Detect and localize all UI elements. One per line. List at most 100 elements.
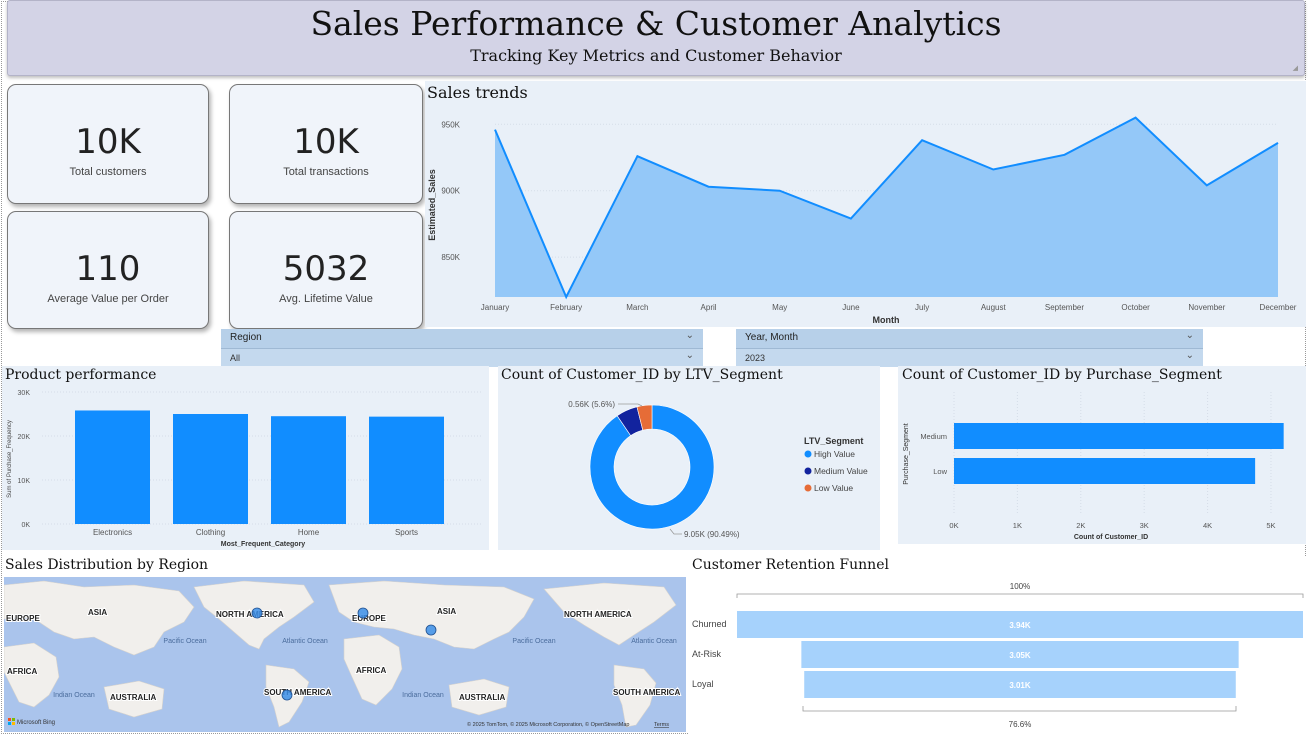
kpi-card-average-order-value[interactable]: 110 Average Value per Order — [7, 211, 209, 329]
purchase-segment-chart[interactable]: 0K 1K 2K 3K 4K 5K Medium Low Count of Customer… — [898, 366, 1306, 544]
map-bubble-asia[interactable] — [425, 624, 437, 636]
x-tick-label: 2K — [1076, 521, 1085, 530]
funnel-category-label: At-Risk — [692, 649, 721, 659]
chevron-down-icon[interactable]: ⌄ — [1186, 350, 1194, 361]
legend-title: LTV_Segment — [804, 436, 863, 446]
y-tick-label: Low — [933, 467, 947, 476]
x-tick-label: June — [842, 303, 860, 312]
y-tick-label: 850K — [441, 253, 460, 262]
x-tick-label: 0K — [949, 521, 958, 530]
legend-marker — [804, 467, 812, 475]
x-axis-title: Most_Frequent_Category — [221, 541, 306, 548]
world-map[interactable]: EUROPE ASIA NORTH AMERICA EUROPE ASIA NO… — [4, 577, 686, 732]
legend-marker — [804, 484, 812, 492]
y-axis-title: Purchase_Segment — [903, 423, 910, 485]
resize-handle-icon[interactable]: ◢ — [1293, 64, 1298, 72]
retention-funnel-panel[interactable]: Customer Retention Funnel 100% 3.94K Chur… — [688, 556, 1306, 734]
chevron-up-icon[interactable]: ⌄ — [1186, 330, 1194, 341]
map-label-australia: AUSTRALIA — [110, 693, 156, 702]
retention-funnel-chart[interactable]: 100% 3.94KChurned3.05KAt-Risk3.01KLoyal … — [688, 556, 1306, 734]
map-panel[interactable]: Sales Distribution by Region EUROPE ASIA… — [2, 556, 686, 732]
map-label-pacific: Pacific Ocean — [163, 638, 206, 645]
legend-item[interactable]: Medium Value — [814, 466, 868, 476]
legend-item[interactable]: High Value — [814, 449, 855, 459]
ltv-segment-chart[interactable]: 0.56K (5.6%) 9.05K (90.49%) LTV_Segment … — [498, 366, 880, 550]
x-tick-label: December — [1260, 303, 1297, 312]
map-bubble-south-america[interactable] — [281, 689, 293, 701]
x-tick-label: April — [701, 303, 717, 312]
map-label-south-america: SOUTH AMERICA — [264, 688, 331, 697]
map-label-atlantic: Atlantic Ocean — [282, 638, 328, 645]
map-label-north-america: NORTH AMERICA — [216, 610, 284, 619]
region-dropdown[interactable]: All ⌄ — [221, 348, 703, 367]
ltv-segment-panel[interactable]: Count of Customer_ID by LTV_Segment 0.56… — [498, 366, 880, 550]
region-slicer[interactable]: Region ⌄ All ⌄ — [221, 329, 703, 367]
funnel-category-label: Loyal — [692, 679, 714, 689]
kpi-value: 5032 — [282, 249, 370, 289]
bar-medium[interactable] — [954, 423, 1284, 449]
year-month-slicer[interactable]: Year, Month ⌄ 2023 ⌄ — [736, 329, 1203, 367]
kpi-card-total-customers[interactable]: 10K Total customers — [7, 84, 209, 204]
x-tick-label: Sports — [395, 528, 418, 537]
funnel-value-label: 3.01K — [1009, 681, 1031, 690]
legend-item[interactable]: Low Value — [814, 483, 853, 493]
bar-home[interactable] — [271, 416, 346, 524]
region-slicer-label: Region — [230, 332, 262, 343]
bar-electronics[interactable] — [75, 410, 150, 524]
map-label-europe: EUROPE — [352, 614, 386, 623]
map-label-africa: AFRICA — [7, 667, 37, 676]
y-tick-label: 10K — [18, 478, 31, 485]
year-month-dropdown[interactable]: 2023 ⌄ — [736, 348, 1203, 367]
leader-line — [618, 403, 643, 407]
x-tick-label: February — [550, 303, 582, 312]
bar-low[interactable] — [954, 458, 1256, 484]
map-label-pacific: Pacific Ocean — [512, 638, 555, 645]
sales-trends-panel[interactable]: Sales trends 850K 900K 950K January Februar… — [425, 81, 1306, 327]
map-bubble-north-america[interactable] — [251, 607, 263, 619]
region-selected-value: All — [230, 353, 241, 363]
sales-trends-chart[interactable]: 850K 900K 950K January February March April Ma… — [425, 81, 1306, 327]
map-label-atlantic: Atlantic Ocean — [631, 638, 677, 645]
x-axis-title: Month — [873, 315, 900, 325]
kpi-value: 10K — [293, 122, 359, 162]
data-label-medium: 0.56K (5.6%) — [568, 400, 615, 409]
map-label-south-america: SOUTH AMERICA — [613, 688, 680, 697]
bar-clothing[interactable] — [173, 414, 248, 524]
map-terms-link[interactable]: Terms — [654, 722, 669, 728]
x-tick-label: Electronics — [93, 528, 132, 537]
x-tick-label: 5K — [1266, 521, 1275, 530]
kpi-label: Avg. Lifetime Value — [279, 293, 373, 305]
y-tick-label: 20K — [18, 434, 31, 441]
map-attribution: © 2025 TomTom, © 2025 Microsoft Corporat… — [467, 721, 629, 728]
x-tick-label: January — [481, 303, 509, 312]
purchase-segment-panel[interactable]: Count of Customer_ID by Purchase_Segment… — [898, 366, 1306, 544]
funnel-bottom-percent: 76.6% — [1009, 720, 1032, 729]
map-label-europe: EUROPE — [6, 614, 40, 623]
y-tick-label: 950K — [441, 120, 460, 129]
legend-marker — [804, 450, 812, 458]
map-label-asia: ASIA — [88, 608, 107, 617]
chevron-down-icon[interactable]: ⌄ — [686, 350, 694, 361]
funnel-value-label: 3.94K — [1009, 621, 1031, 630]
kpi-value: 10K — [75, 122, 141, 162]
product-performance-chart[interactable]: 0K 10K 20K 30K Electronics Clothing Home Sport… — [2, 366, 489, 550]
x-tick-label: May — [772, 303, 787, 312]
product-performance-panel[interactable]: Product performance 0K 10K 20K 30K Electron… — [2, 366, 489, 550]
funnel-top-bracket — [736, 593, 1304, 598]
chevron-up-icon[interactable]: ⌄ — [686, 330, 694, 341]
kpi-card-total-transactions[interactable]: 10K Total transactions — [229, 84, 423, 204]
kpi-card-lifetime-value[interactable]: 5032 Avg. Lifetime Value — [229, 211, 423, 329]
x-tick-label: August — [981, 303, 1007, 312]
map-label-africa: AFRICA — [356, 666, 386, 675]
bar-sports[interactable] — [369, 416, 444, 524]
region-slicer-header: Region ⌄ — [221, 329, 703, 348]
kpi-label: Total customers — [69, 166, 147, 178]
map-bubble-europe[interactable] — [357, 607, 369, 619]
report-subtitle: Tracking Key Metrics and Customer Behavi… — [470, 46, 842, 65]
x-tick-label: November — [1188, 303, 1225, 312]
x-tick-label: Clothing — [196, 528, 225, 537]
year-month-slicer-header: Year, Month ⌄ — [736, 329, 1203, 348]
x-tick-label: March — [626, 303, 648, 312]
x-tick-label: 1K — [1013, 521, 1022, 530]
data-label-high: 9.05K (90.49%) — [684, 530, 740, 539]
